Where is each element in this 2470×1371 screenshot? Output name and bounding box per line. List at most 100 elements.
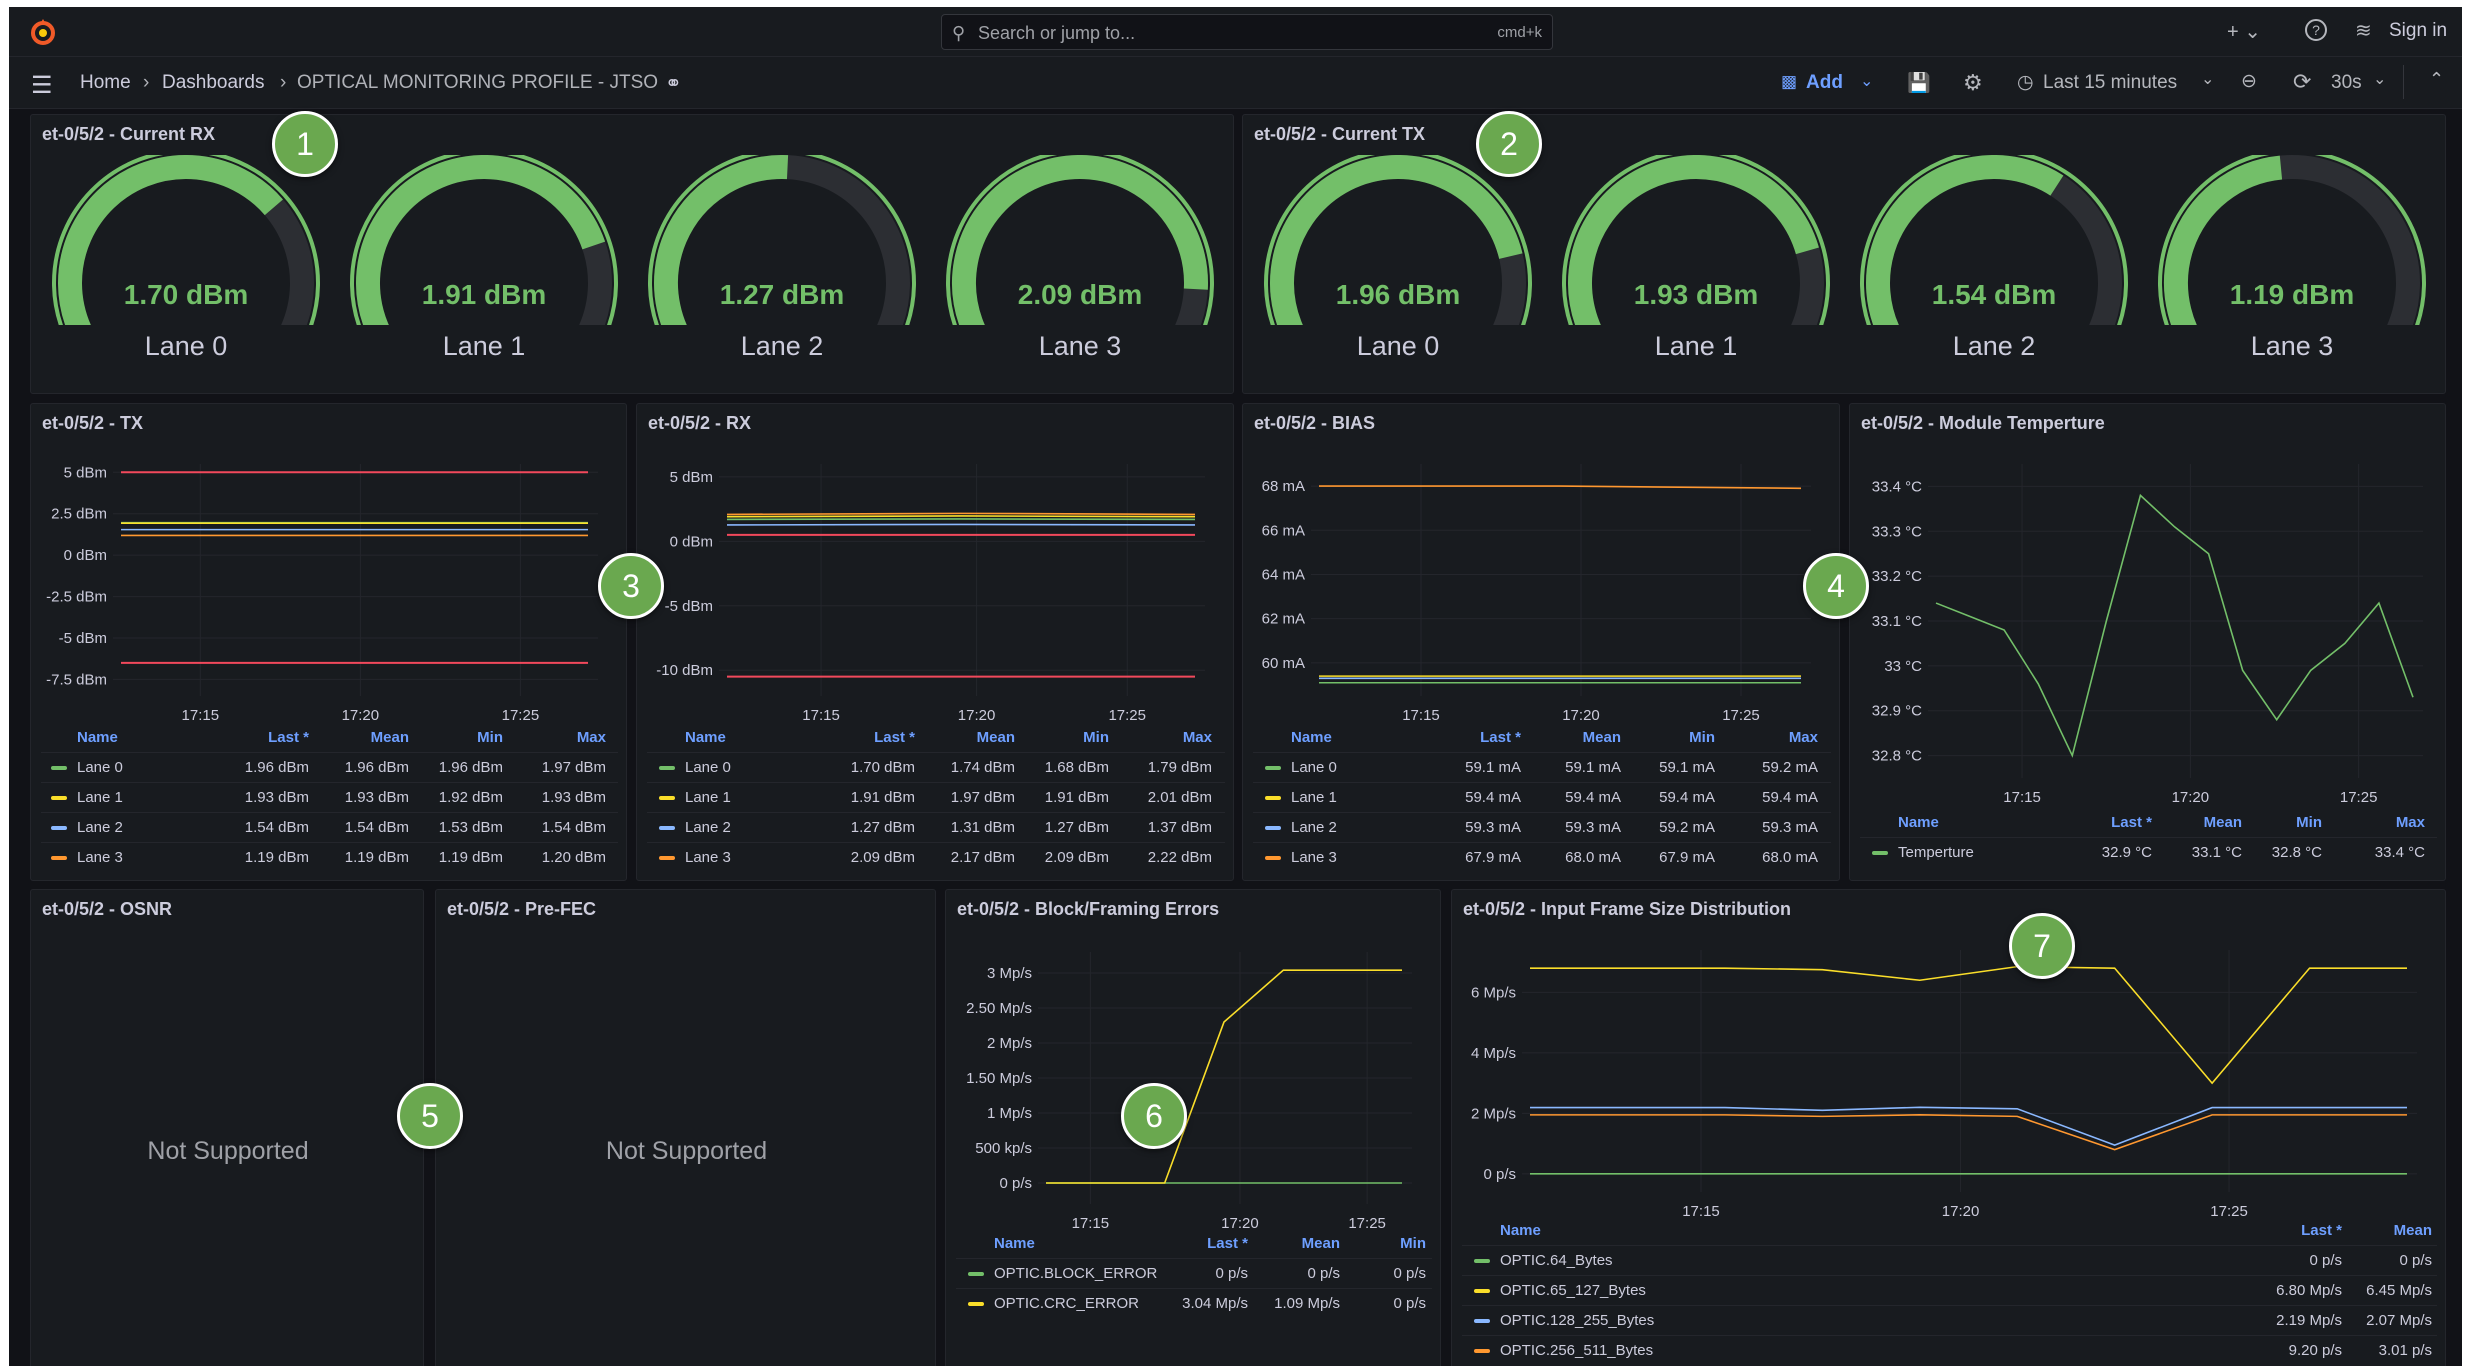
panel-block-framing-errors[interactable]: et-0/5/2 - Block/Framing Errors 3 Mp/s 2.… — [945, 889, 1441, 1366]
y-tick-label: 60 mA — [1262, 655, 1305, 672]
add-button[interactable]: Add — [1806, 72, 1843, 94]
y-tick-label: 0 p/s — [1483, 1166, 1516, 1183]
legend-series-name: OPTIC.256_511_Bytes — [1500, 1342, 1654, 1359]
y-tick-label: -5 dBm — [665, 598, 713, 615]
x-tick-label: 17:15 — [2003, 789, 2041, 806]
search-input[interactable]: ⚲ Search or jump to... cmd+k — [941, 14, 1553, 50]
y-tick-label: 3 Mp/s — [987, 965, 1032, 982]
y-tick-label: 5 dBm — [64, 464, 107, 481]
x-tick-label: 17:20 — [2172, 789, 2210, 806]
dashboard-app: ⚲ Search or jump to... cmd+k + ⌄ ? ≋ Sig… — [9, 7, 2462, 1366]
legend-series-name: Lane 3 — [1291, 849, 1337, 866]
panel-title: et-0/5/2 - OSNR — [42, 899, 173, 919]
panel-title: et-0/5/2 - Block/Framing Errors — [957, 899, 1220, 919]
breadcrumb-separator: › — [280, 72, 287, 93]
gear-icon[interactable]: ⚙ — [1963, 70, 1983, 96]
legend-color-swatch — [1265, 766, 1281, 770]
legend-row-divider — [1253, 842, 1831, 843]
panel-input-frame-size-distribution[interactable]: et-0/5/2 - Input Frame Size Distribution… — [1451, 889, 2446, 1366]
panel-tx[interactable]: et-0/5/2 - TX 5 dBm 2.5 dBm 0 dBm -2.5 dBm -… — [30, 403, 627, 881]
annotation-badge-2: 2 — [1476, 111, 1542, 177]
y-tick-label: 5 dBm — [670, 469, 713, 486]
legend-color-swatch — [1872, 851, 1888, 855]
breadcrumb-current: OPTICAL MONITORING PROFILE - JTSO — [297, 72, 659, 93]
panel-current-rx[interactable]: et-0/5/2 - Current RX 1.70 dBm Lane 0 1.91… — [30, 114, 1234, 394]
panel-pre-fec[interactable]: et-0/5/2 - Pre-FEC Not Supported — [435, 889, 936, 1366]
legend-value: 0 p/s — [2399, 1252, 2432, 1269]
legend-row-divider — [647, 812, 1225, 813]
x-tick-label: 17:15 — [182, 707, 220, 724]
legend-value: 1.20 dBm — [541, 849, 606, 866]
grafana-logo-icon[interactable] — [27, 16, 59, 48]
line-chart: 5 dBm 2.5 dBm 0 dBm -2.5 dBm -5 dBm -7.5 dBm 1… — [46, 464, 598, 724]
breadcrumb-dashboards[interactable]: Dashboards — [162, 72, 264, 94]
nav-bar: ☰ Home › Dashboards › OPTICAL MONITORING… — [9, 57, 2462, 109]
gauge-value: 1.70 dBm — [123, 279, 249, 310]
y-tick-label: 32.9 °C — [1872, 703, 1922, 720]
legend-series-name: Temperture — [1898, 844, 1974, 861]
save-icon[interactable]: 💾 — [1907, 71, 1931, 95]
breadcrumb-home[interactable]: Home — [80, 72, 131, 94]
panel-module-temperature[interactable]: et-0/5/2 - Module Temperture 33.4 °C 33.3… — [1849, 403, 2446, 881]
series-line — [726, 518, 1196, 521]
gauge-value: 1.96 dBm — [1335, 279, 1461, 310]
rss-icon[interactable]: ≋ — [2355, 18, 2372, 43]
y-tick-label: 2 Mp/s — [1471, 1105, 1516, 1122]
legend-header: Min — [477, 729, 503, 746]
legend-series-name: OPTIC.64_Bytes — [1500, 1252, 1613, 1269]
panel-current-tx[interactable]: et-0/5/2 - Current TX 1.96 dBm Lane 0 1.93… — [1242, 114, 2446, 394]
series-line — [1046, 969, 1402, 1184]
legend-header: Min — [1689, 729, 1715, 746]
gauge-label: Lane 1 — [442, 331, 526, 361]
x-tick-label: 17:25 — [1108, 707, 1146, 724]
collapse-up-icon[interactable]: ⌃ — [2429, 69, 2444, 90]
legend-color-swatch — [1265, 856, 1281, 860]
share-icon[interactable]: ⚭ — [665, 71, 682, 96]
legend-value: 1.93 dBm — [541, 789, 606, 806]
x-tick-label: 17:15 — [1072, 1215, 1110, 1232]
y-tick-label: 62 mA — [1262, 611, 1305, 628]
gauge-label: Lane 3 — [2250, 331, 2334, 361]
y-tick-label: 1 Mp/s — [987, 1105, 1032, 1122]
y-tick-label: 4 Mp/s — [1471, 1045, 1516, 1062]
x-tick-label: 17:20 — [1562, 707, 1600, 724]
legend-header: Name — [1500, 1222, 1541, 1239]
gauge-value: 1.93 dBm — [1633, 279, 1759, 310]
time-range-picker[interactable]: Last 15 minutes — [2043, 72, 2177, 94]
legend-row-divider — [647, 752, 1225, 753]
legend-color-swatch — [51, 826, 67, 830]
y-tick-label: -2.5 dBm — [46, 589, 107, 606]
y-tick-label: 500 kp/s — [975, 1140, 1032, 1157]
y-tick-label: 0 dBm — [670, 533, 713, 550]
x-tick-label: 17:20 — [1221, 1215, 1259, 1232]
refresh-icon[interactable]: ⟳ — [2293, 69, 2311, 95]
refresh-interval-picker[interactable]: 30s — [2331, 72, 2362, 94]
panel-rx[interactable]: et-0/5/2 - RX 5 dBm 0 dBm -5 dBm -10 dBm 17:… — [636, 403, 1234, 881]
plus-icon[interactable]: + ⌄ — [2227, 19, 2261, 44]
sign-in-link[interactable]: Sign in — [2389, 20, 2447, 42]
gauge-value: 2.09 dBm — [1017, 279, 1143, 310]
legend-value: 0 p/s — [1393, 1265, 1426, 1282]
panel-bias[interactable]: et-0/5/2 - BIAS 68 mA 66 mA 64 mA 62 mA 60 m… — [1242, 403, 1840, 881]
search-shortcut: cmd+k — [1497, 24, 1542, 41]
legend-color-swatch — [659, 856, 675, 860]
y-tick-label: 33 °C — [1884, 658, 1922, 675]
legend-header: Name — [1291, 729, 1332, 746]
legend-series-name: Lane 3 — [685, 849, 731, 866]
search-icon: ⚲ — [952, 23, 966, 43]
not-supported-message: Not Supported — [605, 1137, 768, 1165]
panel-title: et-0/5/2 - BIAS — [1254, 413, 1376, 433]
legend-value: 1.97 dBm — [541, 759, 606, 776]
gauge-label: Lane 0 — [144, 331, 228, 361]
legend-header: Name — [77, 729, 118, 746]
chevron-down-icon: ⌄ — [2373, 71, 2387, 88]
menu-icon[interactable]: ☰ — [31, 71, 53, 100]
panel-osnr[interactable]: et-0/5/2 - OSNR Not Supported — [30, 889, 424, 1366]
zoom-out-icon[interactable]: ⊖ — [2241, 70, 2257, 93]
legend-value: 59.4 mA — [1762, 789, 1818, 806]
legend-series-name: OPTIC.128_255_Bytes — [1500, 1312, 1655, 1329]
help-icon[interactable]: ? — [2305, 19, 2327, 41]
y-tick-label: 2.5 dBm — [51, 506, 107, 523]
legend-color-swatch — [51, 766, 67, 770]
y-tick-label: 0 dBm — [64, 547, 107, 564]
